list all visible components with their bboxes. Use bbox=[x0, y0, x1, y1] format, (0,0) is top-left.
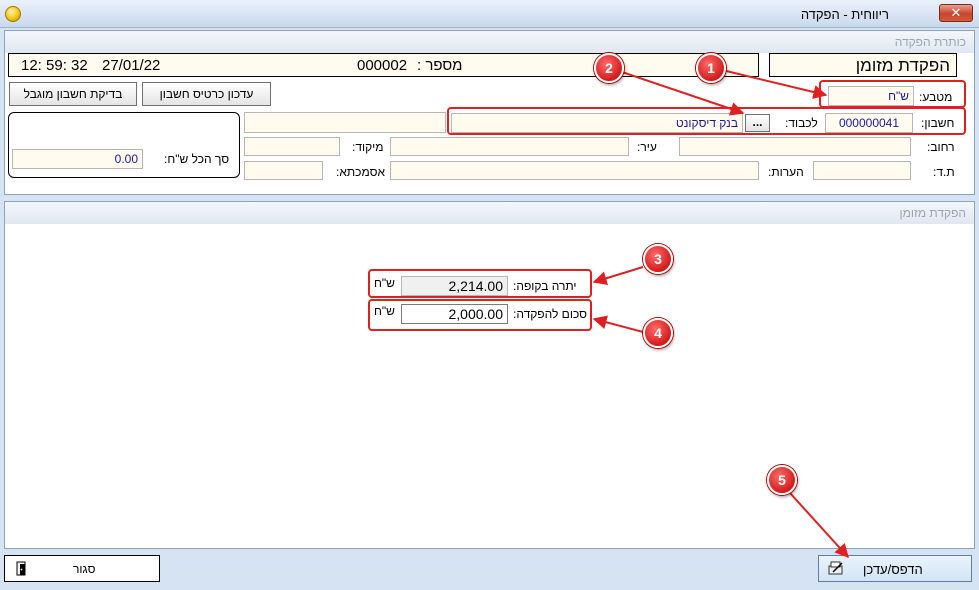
info-strip: 12: 59: 32 27/01/22 000002 מספר : bbox=[8, 53, 759, 77]
currency-label: מטבע: bbox=[919, 90, 953, 104]
street-field[interactable] bbox=[679, 137, 911, 156]
callout-3: 3 bbox=[643, 244, 673, 274]
reference-label: אסמכתא: bbox=[336, 165, 385, 179]
date-display: 27/01/22 bbox=[102, 57, 161, 74]
account-lookup-button[interactable]: ... bbox=[745, 114, 770, 132]
notes-label: הערות: bbox=[768, 165, 804, 179]
time-display: 12: 59: 32 bbox=[21, 57, 88, 74]
callout-2: 2 bbox=[594, 53, 624, 83]
amount-currency: ש"ח bbox=[374, 304, 395, 318]
callout-5: 5 bbox=[767, 465, 797, 495]
amount-value: 2,000.00 bbox=[448, 306, 504, 322]
number-value: 000002 bbox=[357, 57, 408, 74]
number-label: מספר : bbox=[417, 57, 463, 74]
total-value: 0.00 bbox=[114, 152, 138, 166]
deposit-panel: הפקדת מזומן bbox=[4, 201, 975, 549]
account-name-extra-field[interactable] bbox=[244, 112, 446, 133]
zip-label: מיקוד: bbox=[352, 140, 384, 154]
print-edit-icon bbox=[828, 560, 844, 576]
account-number-field[interactable]: 000000041 bbox=[825, 113, 913, 133]
zip-field[interactable] bbox=[244, 137, 340, 156]
print-update-button[interactable]: הדפס/עדכן bbox=[818, 555, 972, 582]
balance-label: יתרה בקופה: bbox=[513, 279, 577, 293]
notes-field[interactable] bbox=[390, 161, 759, 180]
recipient-value: בנק דיסקונט bbox=[675, 116, 738, 130]
reference-field[interactable] bbox=[244, 161, 323, 180]
city-label: עיר: bbox=[637, 140, 657, 154]
recipient-field[interactable]: בנק דיסקונט bbox=[451, 113, 743, 133]
total-box: 0.00 סך הכל ש"ח: bbox=[8, 112, 240, 178]
currency-value: ש"ח bbox=[888, 89, 909, 103]
deposit-section-title: הפקדת מזומן bbox=[5, 202, 974, 224]
balance-field: 2,214.00 bbox=[401, 276, 508, 296]
app-icon bbox=[5, 6, 21, 22]
to-label: לכבוד: bbox=[785, 116, 818, 130]
amount-input[interactable]: 2,000.00 bbox=[401, 304, 508, 324]
balance-currency: ש"ח bbox=[374, 276, 395, 290]
window-title: ריווחית - הפקדה bbox=[800, 7, 889, 22]
update-account-card-button[interactable]: עדכון כרטיס חשבון bbox=[142, 82, 271, 106]
id-label: ת.ד: bbox=[933, 165, 955, 179]
city-field[interactable] bbox=[390, 137, 629, 156]
close-door-icon bbox=[15, 561, 29, 576]
print-update-label: הדפס/עדכן bbox=[863, 562, 923, 577]
document-title: הפקדת מזומן bbox=[855, 56, 950, 75]
header-section-title: כותרת הפקדה bbox=[5, 31, 974, 53]
account-number-value: 000000041 bbox=[838, 116, 900, 130]
id-field[interactable] bbox=[813, 161, 911, 180]
callout-1: 1 bbox=[696, 53, 726, 83]
close-label: סגור bbox=[73, 562, 96, 576]
total-field: 0.00 bbox=[12, 149, 143, 169]
currency-field[interactable]: ש"ח bbox=[828, 86, 914, 106]
total-label: סך הכל ש"ח: bbox=[164, 152, 230, 166]
balance-value: 2,214.00 bbox=[448, 278, 504, 294]
account-label: חשבון: bbox=[921, 116, 955, 130]
street-label: רחוב: bbox=[927, 140, 955, 154]
amount-label: סכום להפקדה: bbox=[513, 307, 587, 321]
document-title-box: הפקדת מזומן bbox=[769, 53, 957, 77]
callout-4: 4 bbox=[643, 318, 673, 348]
title-bar: ריווחית - הפקדה ✕ bbox=[0, 0, 979, 28]
account-check-button[interactable]: בדיקת חשבון מוגבל bbox=[9, 82, 137, 106]
close-button[interactable]: סגור bbox=[4, 555, 160, 582]
close-window-button[interactable]: ✕ bbox=[939, 4, 973, 22]
